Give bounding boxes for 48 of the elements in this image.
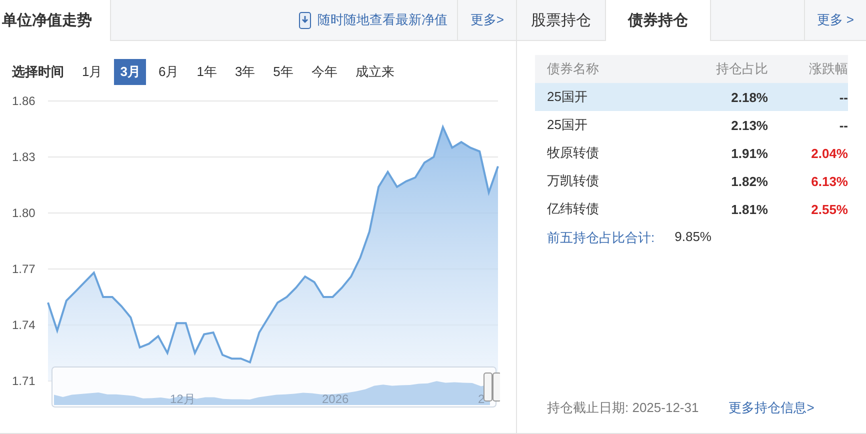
table-cell-text: 1.81% [730, 202, 768, 216]
table-cell-text: 1.82% [730, 174, 768, 188]
range-button[interactable]: 6月 [152, 59, 185, 85]
table-cell-text: -- [838, 118, 848, 132]
total-label: 前五持仓占比合计: [547, 229, 655, 247]
axis-label: 1.83 [12, 150, 36, 164]
table-cell-text: 2.13% [730, 118, 768, 132]
table-cell-text: 6.13% [810, 174, 848, 188]
table-row[interactable]: 25国开 2.18% -- [535, 83, 848, 111]
axis-label: 1.80 [12, 206, 36, 220]
phone-icon [299, 12, 312, 28]
axis-label: 2 [478, 392, 485, 406]
table-cell-text: 万凯转债 [547, 172, 600, 190]
axis-label: 2026 [322, 392, 349, 406]
total-value: 9.85% [674, 229, 712, 246]
range-button[interactable]: 今年 [305, 59, 344, 85]
panel-title: 单位净值走势 [0, 0, 111, 41]
range-button[interactable]: 5年 [267, 59, 300, 85]
range-button[interactable]: 1年 [190, 59, 223, 85]
table-cell-text: 2.04% [810, 146, 848, 160]
range-label: 选择时间 [12, 63, 64, 81]
table-cell-text: 1.91% [730, 146, 768, 160]
range-button[interactable]: 1月 [76, 59, 108, 85]
more-link[interactable]: 更多 > [804, 0, 866, 40]
range-handle[interactable] [484, 372, 500, 402]
more-info-link[interactable]: 更多持仓信息> [728, 399, 814, 417]
table-cell-text: 2.18% [730, 90, 768, 104]
table-cell-text: 25国开 [547, 88, 588, 106]
column-header: 涨跌幅 [808, 60, 848, 78]
table-cell-text: 2.55% [810, 202, 848, 216]
more-link[interactable]: 更多> [457, 0, 516, 40]
holdings-tab[interactable]: 债券持仓 [606, 0, 711, 41]
column-header: 债券名称 [547, 60, 600, 78]
table-cell-text: -- [838, 90, 848, 104]
axis-label: 1.71 [12, 374, 36, 388]
range-button[interactable]: 3年 [228, 59, 262, 85]
axis-label: 1.77 [12, 262, 36, 276]
axis-label: 12月 [170, 392, 196, 406]
axis-label: 1.74 [12, 318, 36, 332]
table-cell-text: 牧原转债 [547, 144, 600, 162]
column-header: 持仓占比 [715, 60, 768, 78]
as-of-date: 持仓截止日期: 2025-12-31 [547, 399, 699, 417]
range-button[interactable]: 成立来 [349, 59, 400, 85]
table-cell-text: 25国开 [547, 116, 588, 134]
axis-label: 1.86 [12, 94, 36, 108]
range-button[interactable]: 3月 [114, 59, 146, 85]
table-cell-text: 亿纬转债 [547, 200, 600, 218]
app-link[interactable]: 随时随地查看最新净值 [289, 0, 458, 40]
